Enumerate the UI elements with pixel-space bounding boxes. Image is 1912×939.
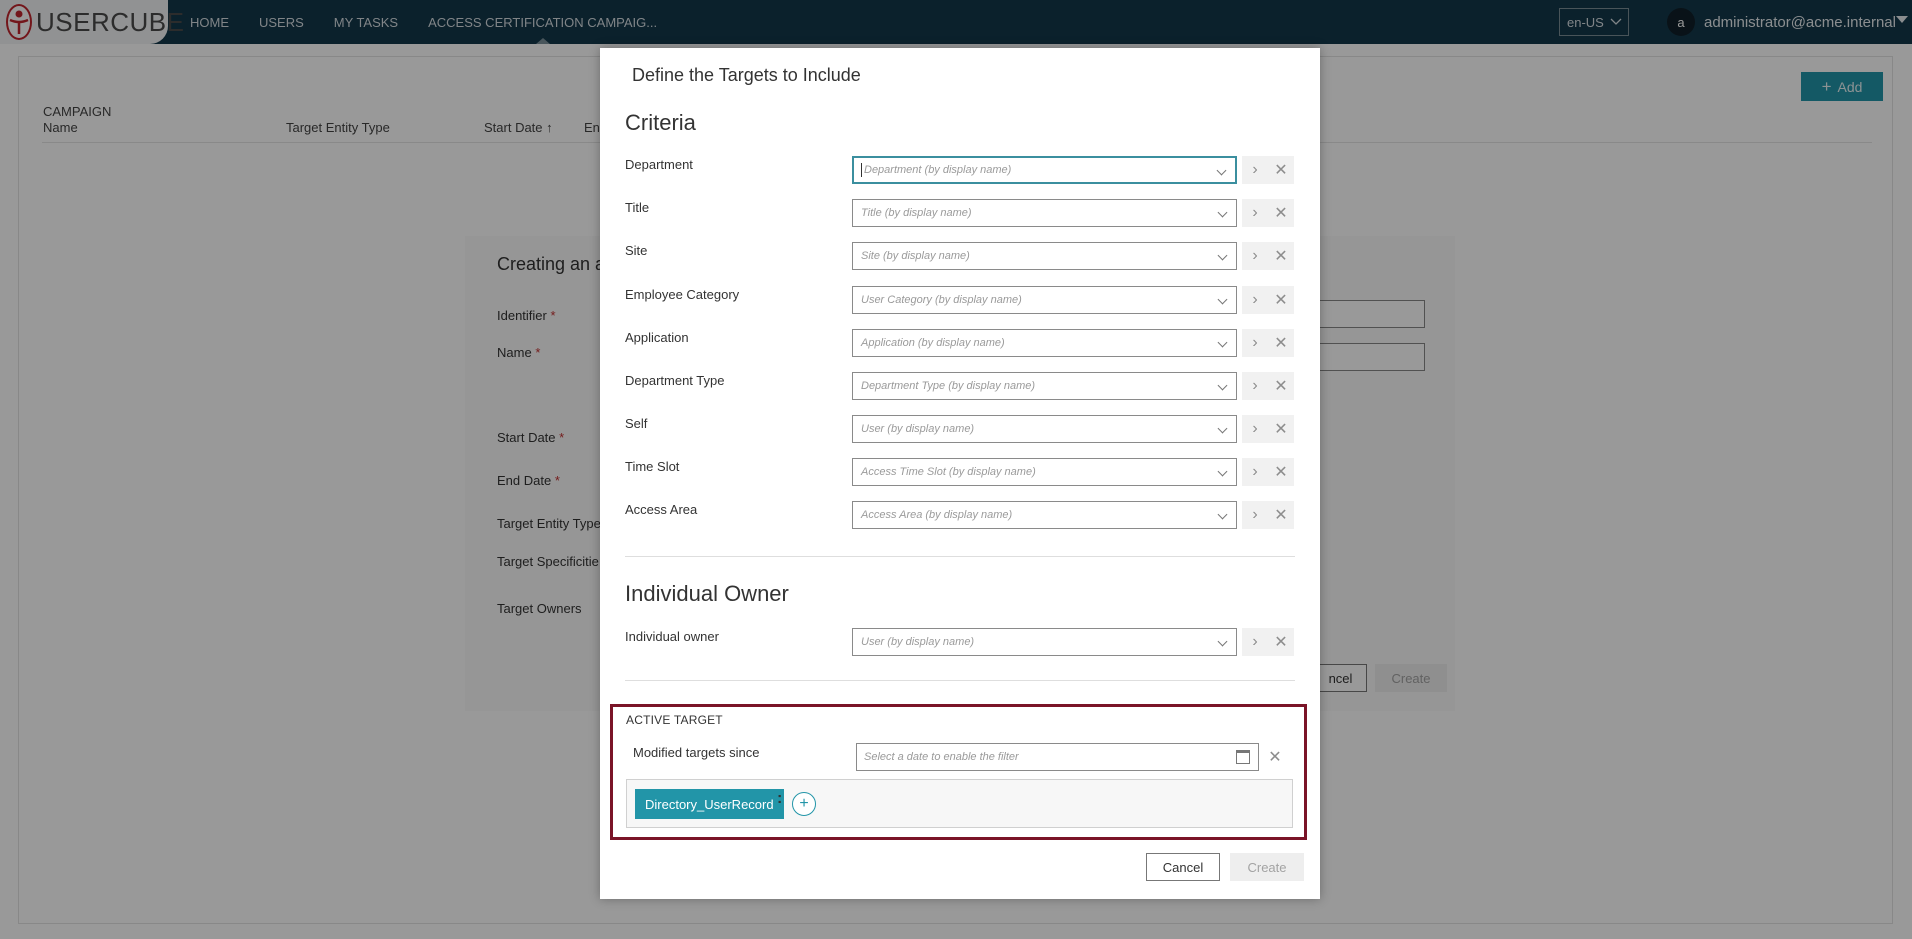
modified-targets-label: Modified targets since	[633, 745, 760, 760]
target-expression-box: Directory_UserRecord : +	[626, 779, 1293, 828]
site-clear-close-icon[interactable]: ✕	[1268, 242, 1294, 270]
title-clear-close-icon[interactable]: ✕	[1268, 199, 1294, 227]
department-input[interactable]: Department (by display name)	[852, 156, 1237, 184]
employee-category-browse-chevron-right-icon[interactable]: ›	[1242, 286, 1268, 314]
date-clear-close-icon[interactable]: ✕	[1265, 746, 1285, 768]
access-area-browse-chevron-right-icon[interactable]: ›	[1242, 501, 1268, 529]
chevron-down-icon[interactable]	[1217, 636, 1228, 647]
department-type-label: Department Type	[625, 373, 725, 388]
application-browse-chevron-right-icon[interactable]: ›	[1242, 329, 1268, 357]
dialog-title: Define the Targets to Include	[632, 65, 861, 85]
chevron-down-icon[interactable]	[1217, 380, 1228, 391]
active-target-title: ACTIVE TARGET	[626, 713, 723, 727]
chevron-down-icon[interactable]	[1217, 250, 1228, 261]
chip-separator: :	[777, 790, 783, 807]
cancel-button[interactable]: Cancel	[1146, 853, 1220, 881]
department-label: Department	[625, 157, 693, 172]
chevron-down-icon[interactable]	[1216, 165, 1227, 176]
entity-chip[interactable]: Directory_UserRecord	[635, 789, 784, 819]
department-placeholder: Department (by display name)	[864, 164, 1012, 176]
department-type-placeholder: Department Type (by display name)	[861, 380, 1036, 392]
employee-category-placeholder: User Category (by display name)	[861, 294, 1022, 306]
application-clear-close-icon[interactable]: ✕	[1268, 329, 1294, 357]
owner-browse-chevron-right-icon[interactable]: ›	[1242, 628, 1268, 656]
chevron-down-icon[interactable]	[1217, 423, 1228, 434]
chevron-down-icon[interactable]	[1217, 509, 1228, 520]
text-cursor	[861, 163, 862, 177]
employee-category-clear-close-icon[interactable]: ✕	[1268, 286, 1294, 314]
chevron-down-icon[interactable]	[1217, 337, 1228, 348]
individual-owner-label: Individual owner	[625, 629, 719, 644]
application-placeholder: Application (by display name)	[861, 337, 1005, 349]
department-type-input[interactable]: Department Type (by display name)	[852, 372, 1237, 400]
department-clear-close-icon[interactable]: ✕	[1268, 156, 1294, 184]
time-slot-label: Time Slot	[625, 459, 680, 474]
self-placeholder: User (by display name)	[861, 423, 975, 435]
individual-owner-placeholder: User (by display name)	[861, 636, 975, 648]
time-slot-placeholder: Access Time Slot (by display name)	[861, 466, 1036, 478]
time-slot-clear-close-icon[interactable]: ✕	[1268, 458, 1294, 486]
site-input[interactable]: Site (by display name)	[852, 242, 1237, 270]
department-type-browse-chevron-right-icon[interactable]: ›	[1242, 372, 1268, 400]
department-browse-chevron-right-icon[interactable]: ›	[1242, 156, 1268, 184]
chevron-down-icon[interactable]	[1217, 294, 1228, 305]
modified-since-date-input[interactable]: Select a date to enable the filter	[856, 743, 1259, 771]
chevron-down-icon[interactable]	[1217, 207, 1228, 218]
self-label: Self	[625, 416, 648, 431]
define-targets-dialog: Define the Targets to Include Criteria D…	[600, 48, 1320, 899]
self-browse-chevron-right-icon[interactable]: ›	[1242, 415, 1268, 443]
create-button[interactable]: Create	[1230, 853, 1304, 881]
access-area-placeholder: Access Area (by display name)	[861, 509, 1013, 521]
self-input[interactable]: User (by display name)	[852, 415, 1237, 443]
title-browse-chevron-right-icon[interactable]: ›	[1242, 199, 1268, 227]
application-label: Application	[625, 330, 689, 345]
access-area-label: Access Area	[625, 502, 698, 517]
time-slot-browse-chevron-right-icon[interactable]: ›	[1242, 458, 1268, 486]
employee-category-label: Employee Category	[625, 287, 740, 302]
self-clear-close-icon[interactable]: ✕	[1268, 415, 1294, 443]
criteria-title: Criteria	[625, 110, 696, 135]
calendar-icon[interactable]	[1236, 750, 1250, 764]
access-area-clear-close-icon[interactable]: ✕	[1268, 501, 1294, 529]
individual-owner-title: Individual Owner	[625, 581, 789, 606]
individual-owner-input[interactable]: User (by display name)	[852, 628, 1237, 656]
date-placeholder: Select a date to enable the filter	[864, 751, 1019, 763]
site-label: Site	[625, 243, 648, 258]
title-label: Title	[625, 200, 650, 215]
add-condition-plus-icon[interactable]: +	[792, 792, 816, 816]
department-type-clear-close-icon[interactable]: ✕	[1268, 372, 1294, 400]
title-input[interactable]: Title (by display name)	[852, 199, 1237, 227]
active-target-section: ACTIVE TARGET Modified targets since Sel…	[610, 704, 1307, 840]
owner-divider	[625, 680, 1295, 681]
time-slot-input[interactable]: Access Time Slot (by display name)	[852, 458, 1237, 486]
title-placeholder: Title (by display name)	[861, 207, 972, 219]
access-area-input[interactable]: Access Area (by display name)	[852, 501, 1237, 529]
application-input[interactable]: Application (by display name)	[852, 329, 1237, 357]
criteria-divider	[625, 556, 1295, 557]
employee-category-input[interactable]: User Category (by display name)	[852, 286, 1237, 314]
site-placeholder: Site (by display name)	[861, 250, 970, 262]
chevron-down-icon[interactable]	[1217, 466, 1228, 477]
owner-clear-close-icon[interactable]: ✕	[1268, 628, 1294, 656]
site-browse-chevron-right-icon[interactable]: ›	[1242, 242, 1268, 270]
